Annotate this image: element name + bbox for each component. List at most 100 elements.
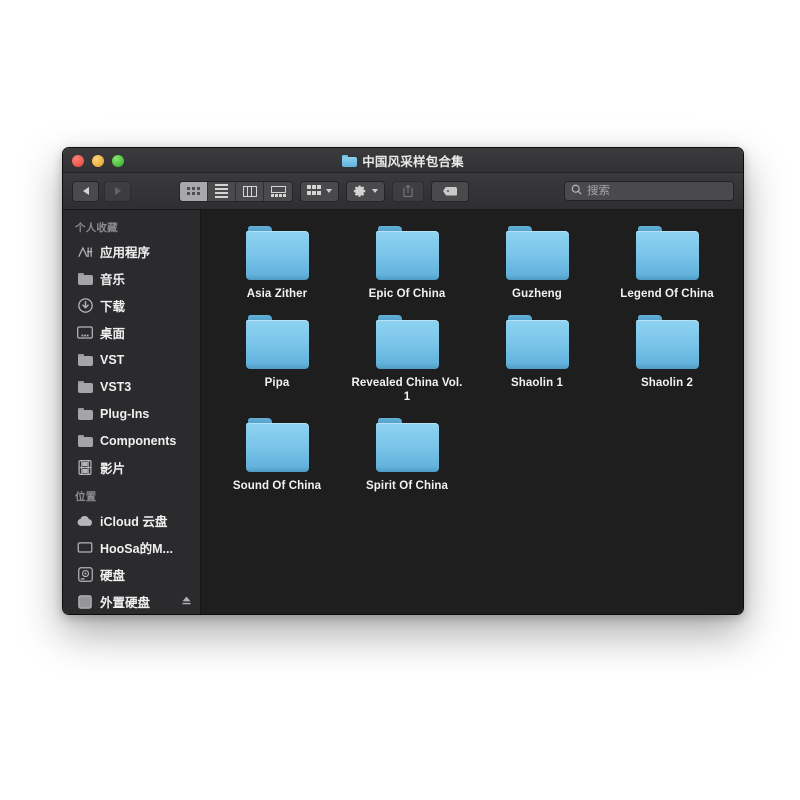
sidebar-item-downloads[interactable]: 下载 <box>63 292 200 319</box>
window-title: 中国风采样包合集 <box>362 155 464 169</box>
gear-icon <box>353 184 367 198</box>
sidebar-item-label: Plug-Ins <box>100 406 150 421</box>
folder-icon <box>245 315 309 369</box>
sidebar-item-external-disk[interactable]: 外置硬盘 <box>63 588 200 614</box>
action-gear-button[interactable] <box>346 180 385 202</box>
close-button[interactable] <box>72 155 84 167</box>
applications-icon <box>77 244 93 260</box>
sidebar-item-desktop[interactable]: 桌面 <box>63 319 200 346</box>
folder-icon <box>77 406 93 422</box>
folder-icon <box>77 352 93 368</box>
search-input[interactable] <box>587 185 727 197</box>
sidebar-item-label: VST <box>100 352 125 367</box>
folder-icon <box>635 226 699 280</box>
sidebar-item-movies[interactable]: 影片 <box>63 454 200 481</box>
folder-icon <box>505 315 569 369</box>
icon-view-button[interactable] <box>180 181 208 201</box>
folder-icon <box>342 154 358 167</box>
folder-label: Asia Zither <box>246 288 308 300</box>
sidebar-section-favorites-header: 个人收藏 <box>75 222 118 234</box>
folder-item[interactable]: Guzheng <box>472 226 602 301</box>
folder-label: Legend Of China <box>620 288 714 300</box>
sidebar-item-macbook[interactable]: HooSa的M... <box>63 534 200 561</box>
sidebar-item-label: 应用程序 <box>100 246 151 260</box>
share-button[interactable] <box>392 180 424 202</box>
list-icon <box>215 184 228 198</box>
icon-grid: Asia Zither Epic Of China Guzheng Legend… <box>201 226 743 493</box>
chevron-right-icon <box>114 187 121 195</box>
sidebar-item-hard-disk[interactable]: 硬盘 <box>63 561 200 588</box>
sidebar-item-plug-ins[interactable]: Plug-Ins <box>63 400 200 427</box>
folder-item[interactable]: Shaolin 2 <box>602 315 732 404</box>
title-bar[interactable]: 中国风采样包合集 <box>63 148 743 173</box>
sidebar-section-locations-header: 位置 <box>75 491 97 503</box>
sidebar-item-label: iCloud 云盘 <box>100 515 168 529</box>
sidebar-item-music[interactable]: 音乐 <box>63 265 200 292</box>
folder-item[interactable]: Sound Of China <box>212 418 342 493</box>
sidebar: 个人收藏 应用程序 音乐 下载 桌面 VST VST3 Plug-Ins Com… <box>63 210 201 614</box>
traffic-light-group <box>72 155 124 167</box>
sidebar-item-icloud-drive[interactable]: iCloud 云盘 <box>63 507 200 534</box>
grid-icon <box>187 187 200 195</box>
folder-item[interactable]: Epic Of China <box>342 226 472 301</box>
eject-icon[interactable] <box>181 595 192 609</box>
folder-label: Shaolin 2 <box>640 377 694 389</box>
folder-item[interactable]: Spirit Of China <box>342 418 472 493</box>
sidebar-item-label: VST3 <box>100 379 132 394</box>
downloads-icon <box>77 298 93 314</box>
folder-icon <box>77 433 93 449</box>
column-view-button[interactable] <box>236 181 264 201</box>
folder-icon <box>77 379 93 395</box>
tag-button[interactable] <box>431 180 469 202</box>
folder-item[interactable]: Shaolin 1 <box>472 315 602 404</box>
folder-label: Pipa <box>264 377 290 389</box>
folder-label: Shaolin 1 <box>510 377 564 389</box>
icloud-icon <box>77 513 93 529</box>
arrange-grid-icon <box>307 185 321 197</box>
view-mode-segmented-control <box>179 180 293 202</box>
folder-icon <box>77 271 93 287</box>
search-field[interactable] <box>564 181 734 201</box>
columns-icon <box>242 185 257 197</box>
folder-item[interactable]: Pipa <box>212 315 342 404</box>
maximize-button[interactable] <box>112 155 124 167</box>
list-view-button[interactable] <box>208 181 236 201</box>
folder-icon <box>635 315 699 369</box>
chevron-down-icon <box>326 189 332 193</box>
arrange-by-button[interactable] <box>300 180 339 202</box>
folder-item[interactable]: Legend Of China <box>602 226 732 301</box>
tag-icon <box>443 186 457 196</box>
folder-label: Spirit Of China <box>366 480 448 492</box>
chevron-down-icon <box>372 189 378 193</box>
folder-item[interactable]: Asia Zither <box>212 226 342 301</box>
sidebar-item-label: 桌面 <box>100 327 126 341</box>
laptop-icon <box>77 540 93 556</box>
finder-window: 中国风采样包合集 搜索 个人收藏 应用程序 音乐 下载 桌面 VST VST3 … <box>62 147 744 615</box>
gallery-icon <box>270 185 286 197</box>
sidebar-item-components[interactable]: Components <box>63 427 200 454</box>
folder-item[interactable]: Revealed China Vol. 1 <box>342 315 472 404</box>
search-icon <box>571 182 582 200</box>
folder-icon <box>245 226 309 280</box>
external-disk-icon <box>77 594 93 610</box>
folder-label: Sound Of China <box>232 480 322 492</box>
folder-icon <box>375 418 439 472</box>
desktop-icon <box>77 325 93 341</box>
folder-label: Revealed China Vol. 1 <box>351 377 463 403</box>
folder-label: Epic Of China <box>368 288 446 300</box>
forward-button[interactable] <box>104 180 131 202</box>
sidebar-item-label: 下载 <box>100 300 126 314</box>
sidebar-item-label: HooSa的M... <box>100 542 173 556</box>
gallery-view-button[interactable] <box>264 181 292 201</box>
file-grid-area[interactable]: Asia Zither Epic Of China Guzheng Legend… <box>201 210 743 614</box>
hard-disk-icon <box>77 567 93 583</box>
minimize-button[interactable] <box>92 155 104 167</box>
sidebar-item-applications[interactable]: 应用程序 <box>63 238 200 265</box>
folder-icon <box>505 226 569 280</box>
sidebar-item-vst3[interactable]: VST3 <box>63 373 200 400</box>
sidebar-item-vst[interactable]: VST <box>63 346 200 373</box>
sidebar-item-label: 外置硬盘 <box>100 596 151 610</box>
sidebar-item-label: 音乐 <box>100 273 126 287</box>
folder-icon <box>245 418 309 472</box>
back-button[interactable] <box>72 180 99 202</box>
